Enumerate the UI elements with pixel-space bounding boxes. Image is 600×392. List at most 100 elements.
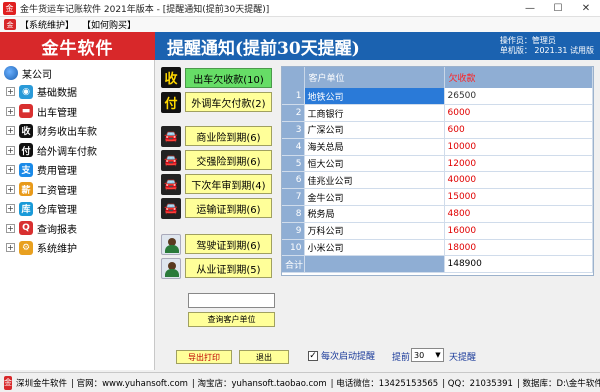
- cell-amount[interactable]: 6000: [444, 104, 593, 123]
- btn-unpaid-receivable[interactable]: 出车欠收款(10): [185, 68, 272, 88]
- export-print-button[interactable]: 导出打印: [176, 350, 232, 364]
- cell-company[interactable]: 税务局: [304, 205, 445, 223]
- table-row[interactable]: 4 海关总局 10000: [282, 138, 593, 156]
- days-unit-label: 天提醒: [449, 353, 477, 363]
- col-header-company[interactable]: 客户单位: [304, 67, 445, 88]
- cell-company[interactable]: 工商银行: [304, 104, 445, 123]
- row-number: 9: [282, 222, 305, 240]
- maximize-button[interactable]: ☐: [544, 0, 572, 17]
- startup-reminder-option[interactable]: ✓ 每次启动提醒: [308, 349, 375, 362]
- expand-icon[interactable]: +: [6, 204, 15, 214]
- cell-company[interactable]: 广深公司: [304, 121, 445, 139]
- app-icon: 金: [3, 1, 16, 15]
- cell-company[interactable]: 小米公司: [304, 239, 445, 257]
- tree-item[interactable]: + ⚙ 系统维护: [0, 238, 154, 258]
- driver-icon: [161, 234, 181, 255]
- cell-company[interactable]: 海关总局: [304, 138, 445, 156]
- cell-amount[interactable]: 600: [444, 121, 593, 139]
- window-title: 金牛货运车记账软件 2021年版本 - [提醒通知(提前30天提醒)]: [20, 4, 270, 15]
- cell-amount[interactable]: 16000: [444, 222, 593, 240]
- tree-item-label: 仓库管理: [37, 205, 77, 217]
- exit-button[interactable]: 退出: [239, 350, 289, 364]
- car-icon: 🚘: [161, 150, 181, 171]
- startup-reminder-checkbox[interactable]: ✓: [308, 350, 318, 361]
- row-number: 2: [282, 104, 305, 123]
- menu-system-maintenance[interactable]: 【系统维护】: [20, 18, 74, 31]
- tree-item-label: 财务收出车款: [37, 127, 97, 139]
- table-row[interactable]: 8 税务局 4800: [282, 205, 593, 223]
- cell-company[interactable]: 恒大公司: [304, 155, 445, 173]
- row-number: 3: [282, 121, 305, 139]
- expand-icon[interactable]: +: [6, 126, 15, 136]
- cell-company[interactable]: 地铁公司: [304, 88, 445, 106]
- tree-item[interactable]: + 薪工资管理: [0, 180, 154, 200]
- tree-item[interactable]: + 收财务收出车款: [0, 121, 154, 141]
- expense-icon: 支: [19, 162, 33, 177]
- report-icon: Q: [19, 221, 33, 236]
- cell-amount[interactable]: 12000: [444, 155, 593, 173]
- table-row[interactable]: 9 万科公司 16000: [282, 222, 593, 240]
- reminder-panel: 收 付 🚘 🚘 🚘 🚘 出车欠收款(10) 外调车欠付款(2) 商业险到期(6)…: [156, 60, 278, 370]
- table-row[interactable]: 7 金牛公司 15000: [282, 188, 593, 207]
- cell-company[interactable]: 金牛公司: [304, 188, 445, 207]
- tree-item[interactable]: + ▬ 出车管理: [0, 102, 154, 122]
- expand-icon[interactable]: +: [6, 106, 15, 116]
- btn-outsourced-payable[interactable]: 外调车欠付款(2): [185, 92, 272, 112]
- btn-annual-inspection[interactable]: 下次年审到期(4): [185, 174, 272, 194]
- row-num-header: [282, 67, 305, 88]
- cell-company[interactable]: 万科公司: [304, 222, 445, 240]
- cell-amount[interactable]: 18000: [444, 239, 593, 257]
- expand-icon[interactable]: +: [6, 145, 15, 155]
- table-row[interactable]: 10 小米公司 18000: [282, 239, 593, 257]
- status-phone: | 电话微信：13425153565: [330, 378, 439, 389]
- tree-item[interactable]: + ◉ 基础数据: [0, 82, 154, 102]
- close-button[interactable]: ✕: [572, 0, 600, 17]
- cell-amount[interactable]: 26500: [444, 88, 593, 106]
- table-row[interactable]: 1 地铁公司 26500: [282, 88, 593, 106]
- globe-icon: [4, 66, 18, 80]
- table-row[interactable]: 3 广深公司 600: [282, 121, 593, 139]
- cell-amount[interactable]: 4800: [444, 205, 593, 223]
- btn-commercial-insurance[interactable]: 商业险到期(6): [185, 126, 272, 146]
- btn-qualification-cert[interactable]: 从业证到期(5): [185, 258, 272, 278]
- row-number: 1: [282, 88, 305, 106]
- cell-company[interactable]: 佳兆业公司: [304, 171, 445, 190]
- car-icon: 🚘: [161, 198, 181, 219]
- query-customer-button[interactable]: 查询客户单位: [188, 312, 275, 327]
- tree-item[interactable]: + Q 查询报表: [0, 219, 154, 239]
- expand-icon[interactable]: +: [6, 243, 15, 253]
- table-row[interactable]: 5 恒大公司 12000: [282, 155, 593, 173]
- table-row[interactable]: 2 工商银行 6000: [282, 104, 593, 123]
- window-controls: — ☐ ✕: [516, 0, 600, 17]
- col-header-amount[interactable]: 欠收款: [444, 67, 593, 88]
- row-number: 10: [282, 239, 305, 257]
- advance-days-select[interactable]: 30 ▼: [411, 348, 444, 362]
- expand-icon[interactable]: +: [6, 165, 15, 175]
- advance-label: 提前: [392, 353, 411, 363]
- expand-icon[interactable]: +: [6, 223, 15, 233]
- menu-how-to-buy[interactable]: 【如何购买】: [82, 18, 136, 31]
- cell-amount[interactable]: 40000: [444, 171, 593, 190]
- nav-tree: 某公司 + ◉ 基础数据 + ▬ 出车管理 + 收财务收出车款 + 付给外调车付款 + 支费用管理 + 薪…: [0, 60, 155, 370]
- btn-compulsory-insurance[interactable]: 交强险到期(6): [185, 150, 272, 170]
- cell-amount[interactable]: 10000: [444, 138, 593, 156]
- tree-item[interactable]: + 付给外调车付款: [0, 141, 154, 161]
- tree-item[interactable]: + 库仓库管理: [0, 199, 154, 219]
- receivables-table: 客户单位 欠收款 1 地铁公司 26500 2 工商银行 6000 3 广深公司 600 4 海关总…: [281, 66, 594, 276]
- tree-item-label: 工资管理: [37, 185, 77, 197]
- tree-item[interactable]: + 支费用管理: [0, 160, 154, 180]
- database-icon: ◉: [19, 84, 33, 99]
- table-row[interactable]: 6 佳兆业公司 40000: [282, 171, 593, 190]
- btn-transport-permit[interactable]: 运输证到期(6): [185, 198, 272, 218]
- pay-icon: 付: [19, 143, 33, 158]
- tree-root[interactable]: 某公司: [0, 64, 154, 82]
- btn-driver-license[interactable]: 驾驶证到期(6): [185, 234, 272, 254]
- expand-icon[interactable]: +: [6, 184, 15, 194]
- minimize-button[interactable]: —: [516, 0, 544, 17]
- tree-item-label: 给外调车付款: [37, 146, 97, 158]
- customer-search-input[interactable]: [188, 293, 275, 308]
- tree-item-label: 费用管理: [37, 166, 77, 178]
- tree-root-label: 某公司: [22, 69, 52, 81]
- cell-amount[interactable]: 15000: [444, 188, 593, 207]
- expand-icon[interactable]: +: [6, 87, 15, 97]
